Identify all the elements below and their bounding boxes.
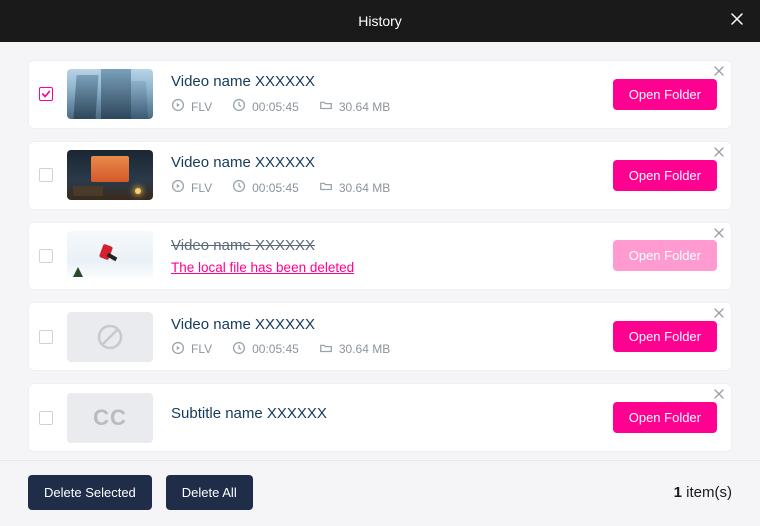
item-info: Subtitle name XXXXXX (171, 405, 613, 430)
item-title: Video name XXXXXX (171, 237, 613, 254)
open-folder-button: Open Folder (613, 240, 717, 271)
list-item: Video name XXXXXX FLV 00:05:45 30.64 MB Open… (28, 302, 732, 371)
select-checkbox[interactable] (39, 87, 53, 101)
item-title: Video name XXXXXX (171, 154, 613, 171)
list-item: Video name XXXXXX The local file has been… (28, 222, 732, 291)
item-count-suffix: item(s) (686, 484, 732, 501)
remove-item-icon[interactable] (713, 227, 725, 239)
thumbnail (67, 69, 153, 119)
deleted-message[interactable]: The local file has been deleted (171, 260, 613, 275)
item-info: Video name XXXXXX The local file has been… (171, 237, 613, 275)
thumbnail (67, 312, 153, 362)
clock-icon (232, 98, 246, 115)
cc-icon: CC (67, 393, 153, 443)
remove-item-icon[interactable] (713, 307, 725, 319)
item-info: Video name XXXXXX FLV 00:05:45 30.64 MB (171, 316, 613, 358)
list-item: CC Subtitle name XXXXXXOpen Folder (28, 383, 732, 452)
item-info: Video name XXXXXX FLV 00:05:45 30.64 MB (171, 154, 613, 196)
size-label: 30.64 MB (339, 100, 390, 114)
open-folder-button[interactable]: Open Folder (613, 79, 717, 110)
duration-label: 00:05:45 (252, 342, 299, 356)
select-checkbox[interactable] (39, 411, 53, 425)
item-meta: FLV 00:05:45 30.64 MB (171, 179, 613, 196)
duration-label: 00:05:45 (252, 181, 299, 195)
remove-item-icon[interactable] (713, 146, 725, 158)
item-info: Video name XXXXXX FLV 00:05:45 30.64 MB (171, 73, 613, 115)
footer: Delete Selected Delete All 1 item(s) (0, 460, 760, 526)
item-count-value: 1 (674, 484, 682, 501)
item-title: Video name XXXXXX (171, 73, 613, 90)
list-item: Video name XXXXXX FLV 00:05:45 30.64 MB Open… (28, 60, 732, 129)
format-label: FLV (191, 181, 212, 195)
select-checkbox[interactable] (39, 249, 53, 263)
clock-icon (232, 179, 246, 196)
select-checkbox[interactable] (39, 168, 53, 182)
page-title: History (358, 13, 402, 29)
open-folder-button[interactable]: Open Folder (613, 160, 717, 191)
format-label: FLV (191, 342, 212, 356)
header: History (0, 0, 760, 42)
remove-item-icon[interactable] (713, 388, 725, 400)
open-folder-button[interactable]: Open Folder (613, 402, 717, 433)
play-icon (171, 179, 185, 196)
item-title: Video name XXXXXX (171, 316, 613, 333)
play-icon (171, 98, 185, 115)
thumbnail (67, 150, 153, 200)
folder-icon (319, 341, 333, 358)
folder-icon (319, 179, 333, 196)
size-label: 30.64 MB (339, 342, 390, 356)
item-title: Subtitle name XXXXXX (171, 405, 613, 422)
open-folder-button[interactable]: Open Folder (613, 321, 717, 352)
duration-label: 00:05:45 (252, 100, 299, 114)
close-icon[interactable] (730, 12, 744, 30)
thumbnail (67, 231, 153, 281)
history-list: Video name XXXXXX FLV 00:05:45 30.64 MB Open… (0, 42, 760, 452)
format-label: FLV (191, 100, 212, 114)
unavailable-icon (95, 322, 125, 352)
size-label: 30.64 MB (339, 181, 390, 195)
remove-item-icon[interactable] (713, 65, 725, 77)
select-checkbox[interactable] (39, 330, 53, 344)
delete-selected-button[interactable]: Delete Selected (28, 475, 152, 510)
item-count: 1 item(s) (674, 484, 732, 501)
play-icon (171, 341, 185, 358)
list-item: Video name XXXXXX FLV 00:05:45 30.64 MB Open… (28, 141, 732, 210)
delete-all-button[interactable]: Delete All (166, 475, 253, 510)
clock-icon (232, 341, 246, 358)
item-meta: FLV 00:05:45 30.64 MB (171, 98, 613, 115)
item-meta: FLV 00:05:45 30.64 MB (171, 341, 613, 358)
folder-icon (319, 98, 333, 115)
